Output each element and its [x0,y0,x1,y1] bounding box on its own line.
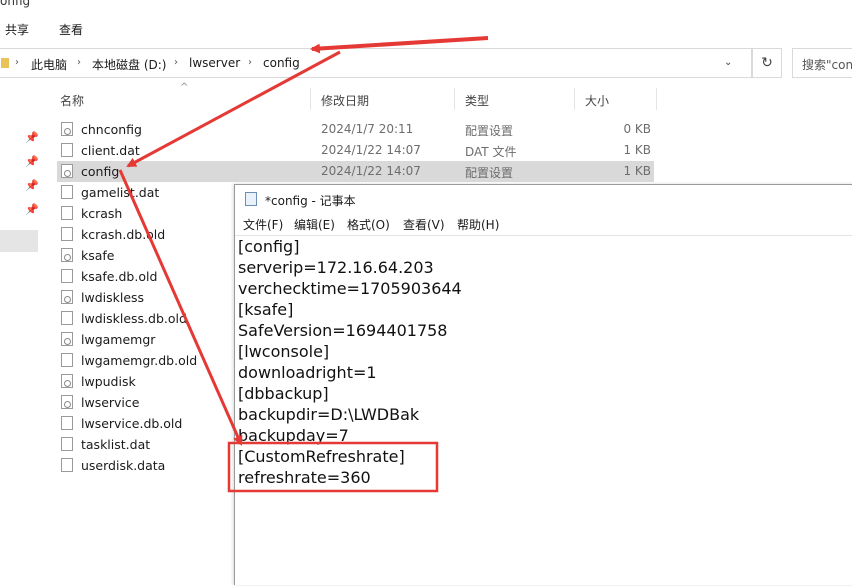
text-line: [lwconsole] [238,342,330,361]
menu-view[interactable]: 查看(V) [403,216,445,233]
config-file-icon [61,122,73,136]
file-icon [61,185,73,199]
notepad-window[interactable]: *config - 记事本 文件(F) 编辑(E) 格式(O) 查看(V) 帮助… [234,184,852,585]
breadcrumb-config[interactable]: config [263,56,300,70]
notepad-icon [245,192,257,206]
chevron-right-icon: › [174,57,178,68]
address-bar[interactable]: › 此电脑 › 本地磁盘 (D:) › lwserver › config ⌄ [0,48,752,78]
menu-help[interactable]: 帮助(H) [457,216,499,233]
text-line: [CustomRefreshrate] [238,447,405,466]
config-file-icon [61,395,73,409]
refresh-icon: ↻ [761,55,773,71]
breadcrumb-local-disk[interactable]: 本地磁盘 (D:) [92,56,166,73]
address-row: › 此电脑 › 本地磁盘 (D:) › lwserver › config ⌄ … [0,44,852,82]
text-line: backupdir=D:\LWDBak [238,405,420,424]
ribbon-tab-view[interactable]: 查看 [59,21,83,38]
chevron-right-icon: › [248,57,252,68]
text-line: vercheck­time=1705903644 [238,279,462,298]
pin-icon: 📌 [25,131,39,144]
explorer-title: onfig [0,0,31,8]
column-divider[interactable] [454,88,455,110]
file-icon [61,206,73,220]
text-line: SafeVersion=1694401758 [238,321,448,340]
file-icon [61,311,73,325]
text-line: serverip=172.16.64.203 [238,258,434,277]
notepad-titlebar[interactable]: *config - 记事本 [235,185,852,213]
column-size[interactable]: 大小 [585,92,609,109]
file-icon [61,227,73,241]
text-line: [ksafe] [238,300,294,319]
menu-format[interactable]: 格式(O) [347,216,390,233]
notepad-text-area[interactable]: [config] serverip=172.16.64.203 vercheck… [235,235,852,586]
ribbon: 共享 查看 [0,14,852,42]
notepad-menubar: 文件(F) 编辑(E) 格式(O) 查看(V) 帮助(H) [235,213,852,235]
text-line: [dbbackup] [238,384,329,403]
breadcrumb-this-pc[interactable]: 此电脑 [31,56,67,73]
pin-icon: 📌 [25,155,39,168]
pin-icon: 📌 [25,179,39,192]
config-file-icon [61,374,73,388]
column-divider[interactable] [574,88,575,110]
text-line: refreshrate=360 [238,468,371,487]
column-divider[interactable] [310,88,311,110]
config-file-icon [61,164,73,178]
file-icon [61,353,73,367]
sort-up-icon: ^ [180,82,189,93]
refresh-button[interactable]: ↻ [752,48,782,78]
menu-edit[interactable]: 编辑(E) [294,216,335,233]
chevron-right-icon: › [77,57,81,68]
menu-file[interactable]: 文件(F) [243,216,283,233]
config-file-icon [61,290,73,304]
chevron-right-icon: › [15,57,19,68]
column-modified[interactable]: 修改日期 [321,92,369,109]
file-icon [61,416,73,430]
search-input[interactable]: 搜索"con [792,48,852,78]
file-icon [61,458,73,472]
column-name[interactable]: 名称 [60,92,84,109]
file-icon [61,143,73,157]
file-icon [61,437,73,451]
ribbon-tab-share[interactable]: 共享 [5,21,29,38]
folder-icon [1,58,9,68]
file-list-header: ^ 名称 修改日期 类型 大小 [44,82,664,114]
column-divider[interactable] [656,88,657,110]
nav-item-selected[interactable] [0,230,38,252]
text-line: downloadright=1 [238,363,377,382]
file-row-selected[interactable]: config 2024/1/22 14:07 配置设置 1 KB [57,161,654,182]
file-row[interactable]: client.dat 2024/1/22 14:07 DAT 文件 1 KB [57,140,654,161]
chevron-down-icon[interactable]: ⌄ [724,57,732,68]
breadcrumb-lwserver[interactable]: lwserver [189,56,240,70]
config-file-icon [61,248,73,262]
file-row[interactable]: chnconfig 2024/1/7 20:11 配置设置 0 KB [57,119,654,140]
text-line: [config] [238,237,300,256]
file-icon [61,269,73,283]
text-line: backupday=7 [238,426,349,445]
config-file-icon [61,332,73,346]
pin-icon: 📌 [25,203,39,216]
column-type[interactable]: 类型 [465,92,489,109]
